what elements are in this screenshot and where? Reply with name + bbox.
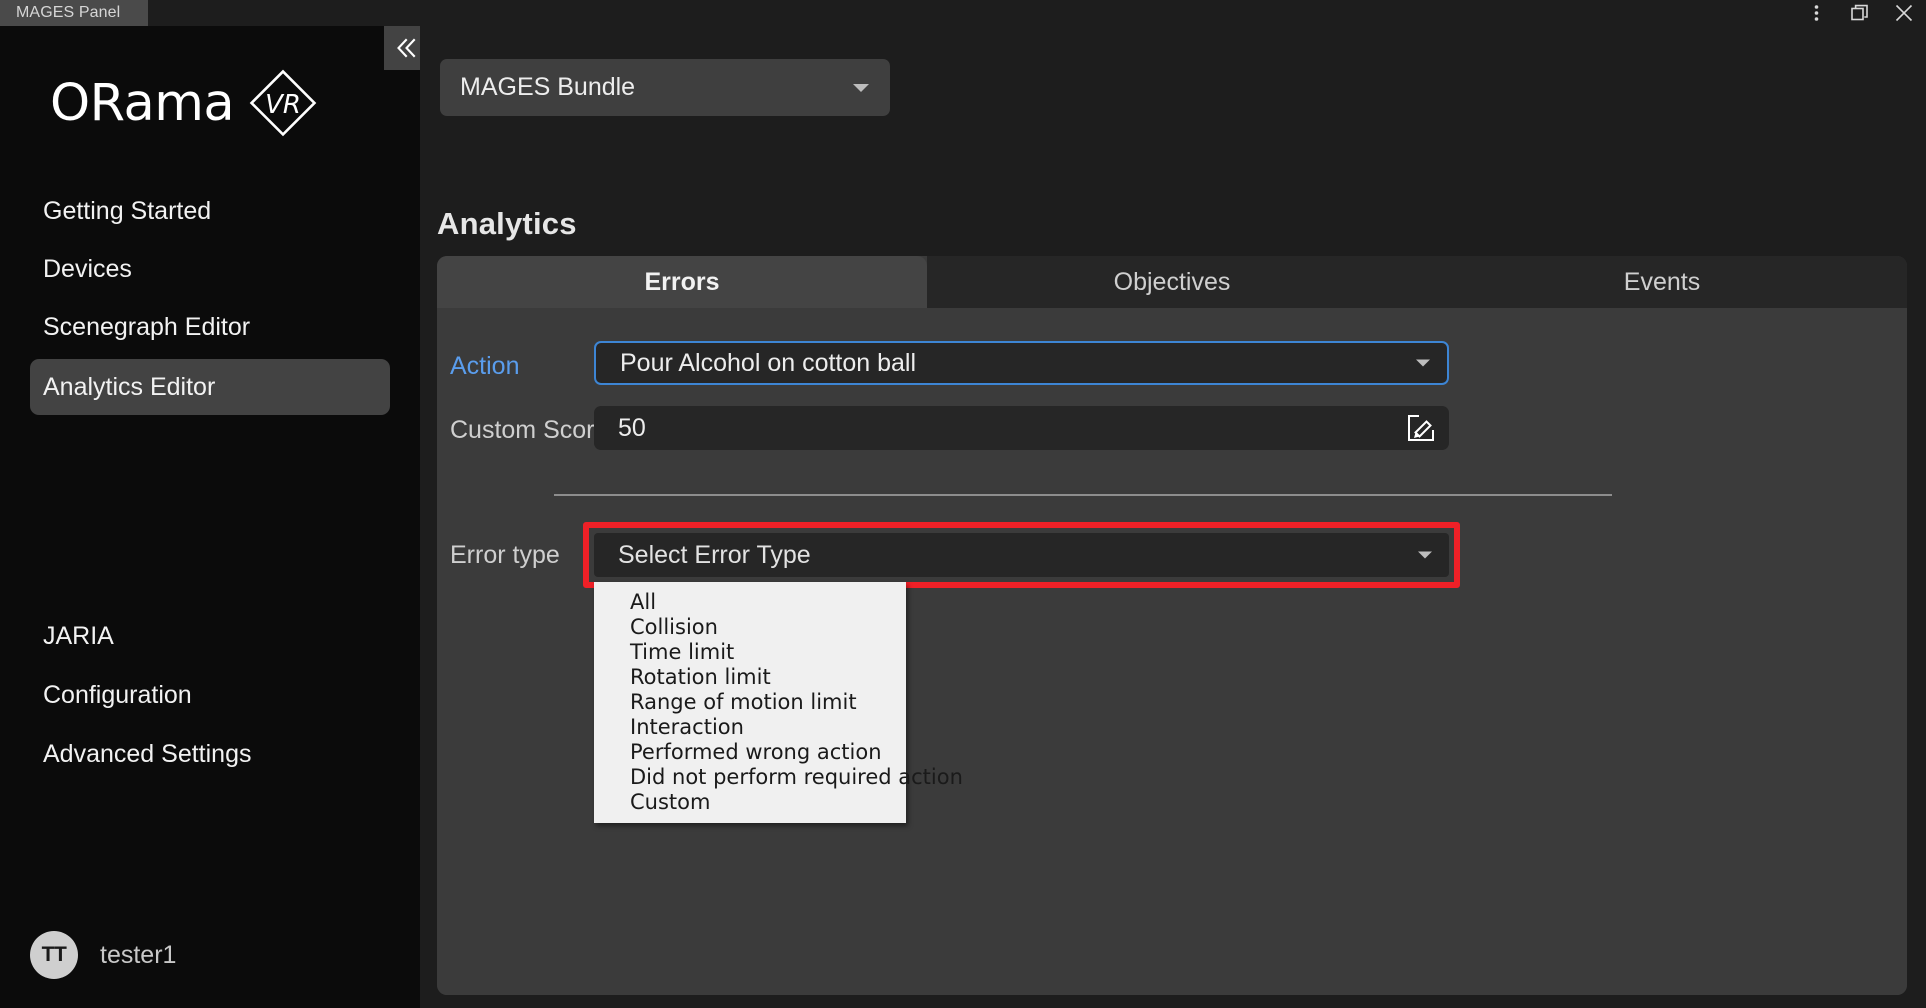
window-tab-mages-panel[interactable]: MAGES Panel — [0, 0, 148, 26]
error-type-dropdown[interactable]: Select Error Type — [594, 533, 1449, 577]
error-type-option-time-limit[interactable]: Time limit — [594, 640, 906, 665]
bundle-dropdown-value: MAGES Bundle — [460, 73, 635, 102]
analytics-tabbar: Errors Objectives Events — [437, 256, 1907, 308]
window-title-bar: MAGES Panel — [0, 0, 1926, 26]
avatar: TT — [30, 931, 78, 979]
logo-vr-diamond: VR — [247, 67, 319, 139]
page-title: Analytics — [437, 206, 577, 242]
sidebar-item-analytics-editor[interactable]: Analytics Editor — [30, 359, 390, 415]
chevron-down-icon — [1417, 550, 1433, 560]
action-label: Action — [450, 352, 519, 381]
orama-vr-logo: ORama VR — [50, 64, 310, 142]
error-type-option-list: All Collision Time limit Rotation limit … — [594, 582, 906, 823]
avatar-initials: TT — [42, 943, 67, 967]
error-type-option-rotation-limit[interactable]: Rotation limit — [594, 665, 906, 690]
sidebar-item-scenegraph-editor[interactable]: Scenegraph Editor — [30, 299, 390, 355]
window-tab-label: MAGES Panel — [16, 4, 120, 22]
tab-objectives[interactable]: Objectives — [927, 256, 1417, 308]
error-type-option-interaction[interactable]: Interaction — [594, 715, 906, 740]
custom-scoring-value: 50 — [618, 414, 646, 443]
tab-errors[interactable]: Errors — [437, 256, 927, 308]
error-type-option-range-of-motion-limit[interactable]: Range of motion limit — [594, 690, 906, 715]
sidebar: ORama VR Getting Started Devices Scenegr… — [0, 26, 420, 1008]
user-account-row[interactable]: TT tester1 — [30, 931, 176, 979]
tab-label: Errors — [644, 268, 719, 297]
sidebar-item-label: Advanced Settings — [43, 740, 251, 769]
section-divider — [554, 494, 1612, 496]
kebab-menu-icon[interactable] — [1794, 0, 1838, 26]
sidebar-item-label: Devices — [43, 255, 132, 284]
sidebar-item-devices[interactable]: Devices — [30, 241, 390, 297]
window-controls — [1794, 0, 1926, 26]
bundle-dropdown[interactable]: MAGES Bundle — [440, 59, 890, 116]
sidebar-item-advanced-settings[interactable]: Advanced Settings — [30, 726, 390, 782]
sidebar-item-getting-started[interactable]: Getting Started — [30, 183, 390, 239]
sidebar-item-jaria[interactable]: JARIA — [30, 608, 390, 664]
analytics-panel: Errors Objectives Events Action Pour Alc… — [437, 256, 1907, 995]
sidebar-item-configuration[interactable]: Configuration — [30, 667, 390, 723]
error-type-option-all[interactable]: All — [594, 590, 906, 615]
sidebar-item-label: Scenegraph Editor — [43, 313, 250, 342]
error-type-dropdown-value: Select Error Type — [618, 541, 811, 570]
action-dropdown-value: Pour Alcohol on cotton ball — [620, 349, 916, 378]
sidebar-item-label: Getting Started — [43, 197, 211, 226]
tab-label: Events — [1624, 268, 1700, 297]
user-name-label: tester1 — [100, 941, 176, 970]
sidebar-item-label: Analytics Editor — [43, 373, 215, 402]
error-type-label: Error type — [450, 541, 560, 570]
close-icon[interactable] — [1882, 0, 1926, 26]
tab-label: Objectives — [1114, 268, 1231, 297]
errors-tab-panel: Action Pour Alcohol on cotton ball Custo… — [437, 308, 1907, 995]
error-type-option-collision[interactable]: Collision — [594, 615, 906, 640]
edit-pencil-icon[interactable] — [1403, 410, 1439, 446]
action-dropdown[interactable]: Pour Alcohol on cotton ball — [594, 341, 1449, 385]
error-type-option-custom[interactable]: Custom — [594, 790, 906, 815]
custom-scoring-input[interactable]: 50 — [594, 406, 1449, 450]
main-content: MAGES Bundle Analytics Errors Objectives… — [420, 26, 1926, 1008]
logo-wordmark: ORama — [50, 74, 234, 133]
error-type-option-performed-wrong-action[interactable]: Performed wrong action — [594, 740, 906, 765]
tab-events[interactable]: Events — [1417, 256, 1907, 308]
sidebar-item-label: Configuration — [43, 681, 192, 710]
restore-window-icon[interactable] — [1838, 0, 1882, 26]
chevron-down-icon — [852, 82, 870, 94]
svg-text:VR: VR — [265, 90, 301, 120]
chevron-down-icon — [1415, 358, 1431, 368]
sidebar-item-label: JARIA — [43, 622, 114, 651]
error-type-option-did-not-perform-required-action[interactable]: Did not perform required action — [594, 765, 906, 790]
